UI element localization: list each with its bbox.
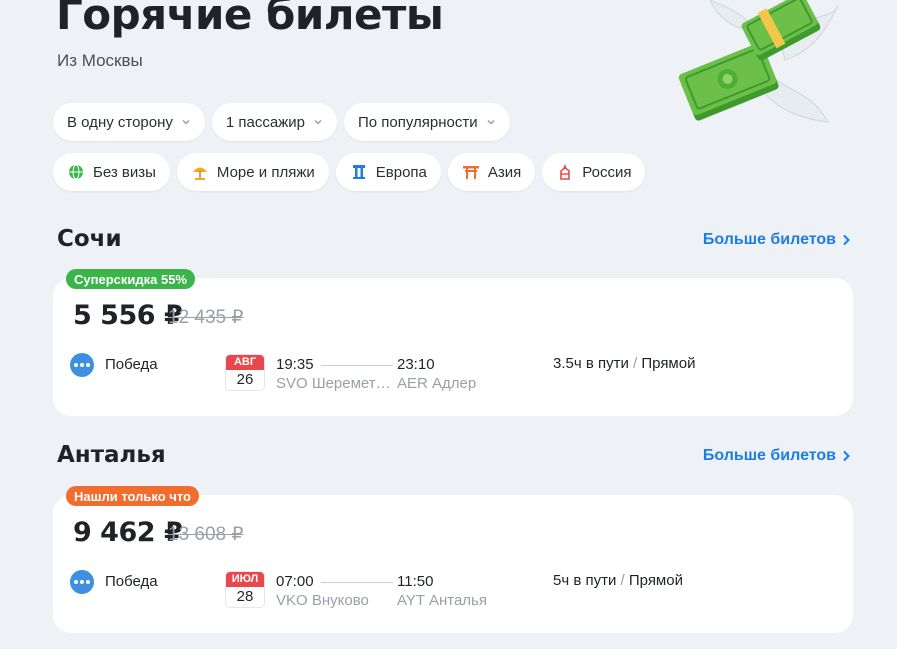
airline-logo-icon (70, 570, 94, 594)
category-sea-beaches[interactable]: Море и пляжи (176, 153, 329, 191)
flight-month: АВГ (226, 355, 264, 370)
kremlin-icon (560, 164, 571, 180)
airline-name: Победа (105, 573, 158, 590)
section-title-sochi: Сочи (57, 226, 122, 252)
flight-duration: 3.5ч в пути / Прямой (553, 355, 695, 372)
ticket-price: 5 556 ₽ (73, 300, 183, 331)
duration-text: 5ч в пути (553, 572, 617, 589)
chevron-down-icon (182, 119, 190, 125)
arrival-airport: AER Адлер (397, 375, 477, 392)
ticket-card-sochi[interactable]: 5 556 ₽ 12 435 ₽ Победа АВГ 26 19:35 23:… (53, 278, 853, 416)
discount-badge: Суперскидка 55% (66, 269, 195, 289)
stops-text: Прямой (641, 355, 696, 372)
route-line (321, 582, 393, 583)
more-tickets-link-antalya[interactable]: Больше билетов (703, 447, 851, 465)
duration-separator: / (633, 355, 638, 372)
globe-icon (69, 164, 83, 180)
category-russia[interactable]: Россия (542, 153, 646, 191)
arrival-time: 11:50 (397, 573, 434, 590)
chevron-right-icon (843, 450, 850, 462)
beach-umbrella-icon (192, 167, 207, 180)
filter-passengers[interactable]: 1 пассажир (211, 103, 337, 141)
category-europe-label: Европа (375, 163, 427, 181)
category-sea-beaches-label: Море и пляжи (216, 163, 315, 181)
departure-time: 19:35 (276, 356, 314, 373)
departure-airport: VKO Внуково (276, 592, 369, 609)
arrival-airport: AYT Анталья (397, 592, 487, 609)
arrival-time: 23:10 (397, 356, 435, 373)
airline-logo-icon (70, 353, 94, 377)
departure-time: 07:00 (276, 573, 314, 590)
category-russia-label: Россия (582, 163, 632, 181)
chevron-down-icon (487, 119, 495, 125)
page-title: Горячие билеты (56, 0, 444, 39)
flight-date: ИЮЛ 28 (225, 571, 265, 608)
filter-sort[interactable]: По популярности (343, 103, 510, 141)
flight-month: ИЮЛ (226, 572, 264, 587)
ticket-old-price: 12 435 ₽ (168, 307, 244, 328)
category-no-visa[interactable]: Без визы (53, 153, 170, 191)
category-no-visa-label: Без визы (93, 163, 156, 181)
ticket-price: 9 462 ₽ (73, 517, 183, 548)
ticket-card-antalya[interactable]: 9 462 ₽ 13 608 ₽ Победа ИЮЛ 28 07:00 11:… (53, 495, 853, 633)
column-icon (352, 165, 365, 179)
torii-gate-icon (462, 166, 479, 179)
flight-date: АВГ 26 (225, 354, 265, 391)
ticket-old-price: 13 608 ₽ (168, 524, 244, 545)
flying-money-illustration (678, 0, 839, 123)
flight-duration: 5ч в пути / Прямой (553, 572, 683, 589)
category-asia-label: Азия (487, 163, 522, 181)
duration-text: 3.5ч в пути (553, 355, 629, 372)
page-subtitle: Из Москвы (57, 51, 143, 70)
category-bar: Без визы Море и пляжи Европа Азия Россия (53, 153, 646, 191)
chevron-down-icon (314, 119, 322, 125)
category-europe[interactable]: Европа (335, 153, 441, 191)
route-line (321, 365, 393, 366)
stops-text: Прямой (628, 572, 683, 589)
flight-day: 26 (236, 371, 254, 388)
flight-day: 28 (236, 588, 254, 605)
new-found-badge: Нашли только что (66, 486, 199, 506)
airline-name: Победа (105, 356, 158, 373)
filter-sort-label: По популярности (357, 113, 478, 131)
departure-airport: SVO Шереметьево (276, 375, 394, 392)
more-tickets-link-sochi[interactable]: Больше билетов (703, 231, 851, 249)
filter-bar: В одну сторону 1 пассажир По популярност… (53, 103, 510, 141)
filter-passengers-label: 1 пассажир (225, 113, 305, 131)
filter-direction[interactable]: В одну сторону (53, 103, 205, 141)
section-title-antalya: Анталья (57, 442, 166, 468)
chevron-right-icon (843, 234, 850, 246)
more-tickets-label: Больше билетов (702, 447, 836, 464)
category-asia[interactable]: Азия (447, 153, 536, 191)
duration-separator: / (620, 572, 625, 589)
more-tickets-label: Больше билетов (702, 231, 836, 248)
filter-direction-label: В одну сторону (67, 113, 173, 131)
